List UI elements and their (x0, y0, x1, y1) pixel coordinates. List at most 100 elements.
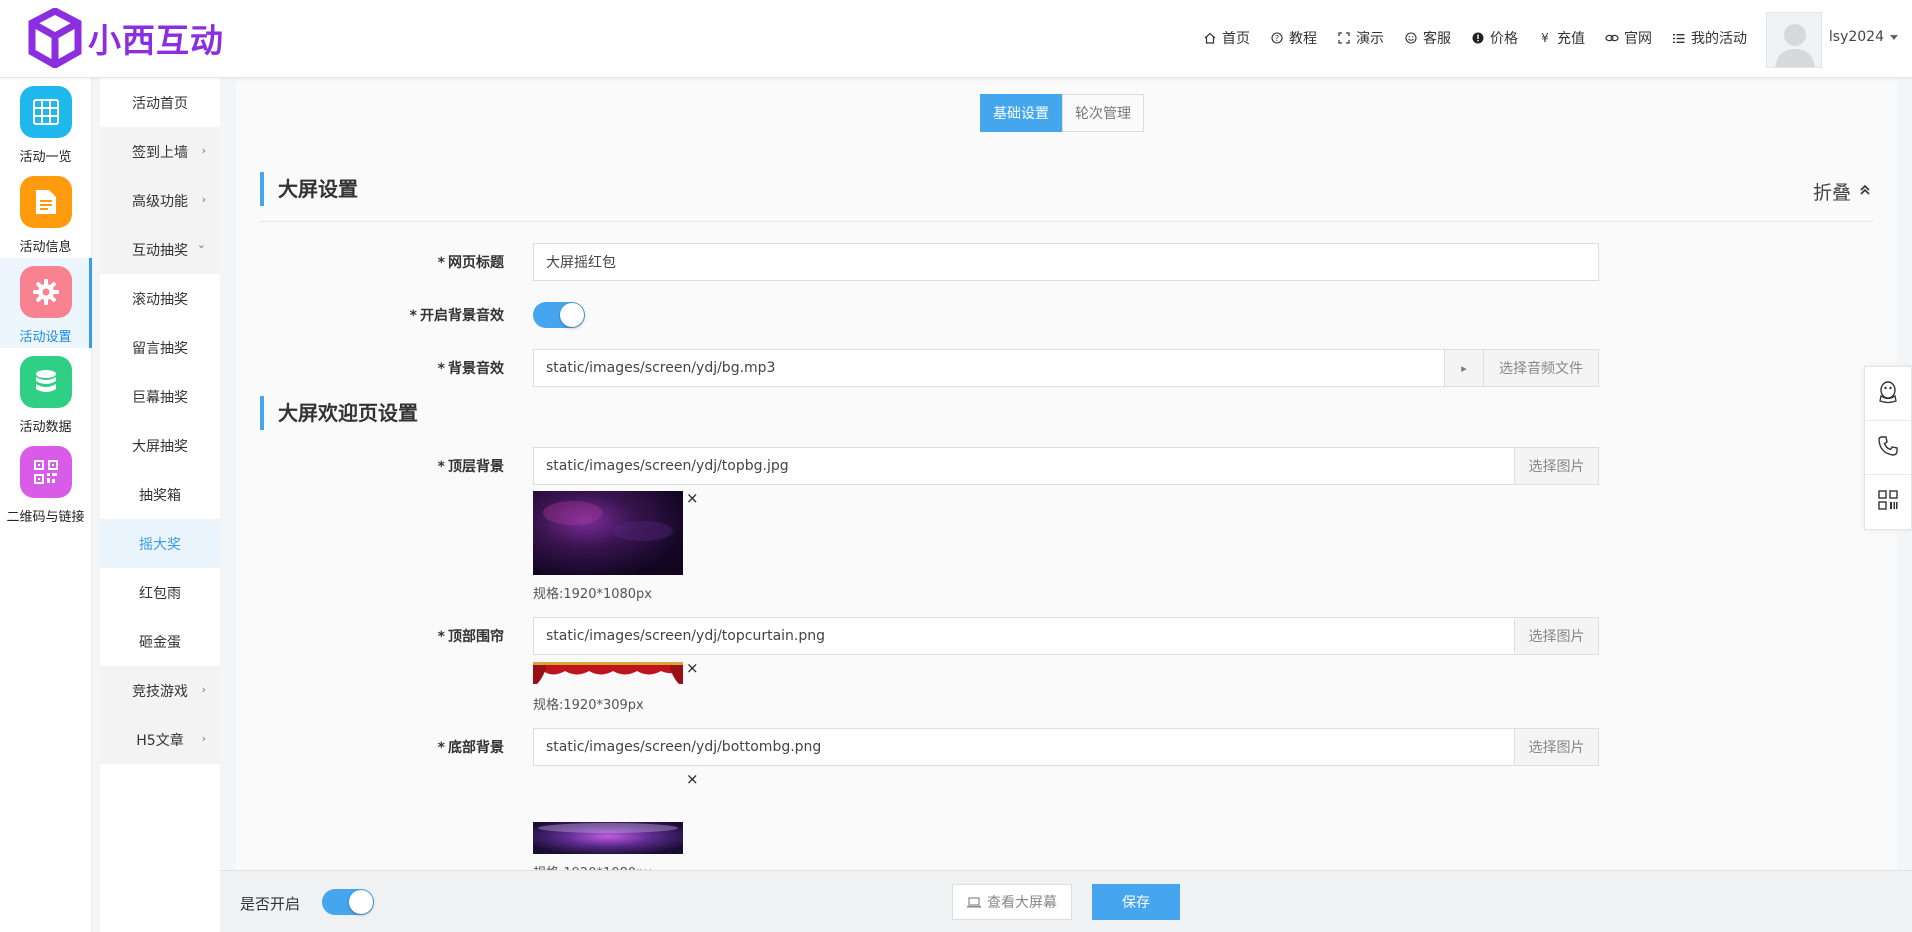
top-bg-preview-image (533, 491, 683, 575)
nav-label: 充值 (1557, 31, 1585, 47)
play-audio-button[interactable]: ▸ (1444, 349, 1484, 387)
menu-item-label: 留言抽奖 (132, 340, 188, 357)
settings-tabs: 基础设置 轮次管理 (980, 94, 1144, 132)
nav-home[interactable]: 首页 (1203, 28, 1250, 48)
enable-toggle[interactable] (322, 889, 374, 915)
avatar[interactable] (1766, 12, 1822, 68)
select-top-curtain-button[interactable]: 选择图片 (1514, 617, 1599, 655)
qq-contact-button[interactable] (1865, 367, 1911, 421)
qq-icon (1877, 380, 1899, 408)
nav-official-site[interactable]: 官网 (1605, 28, 1652, 48)
menu-item-event-home[interactable]: 活动首页 (100, 78, 220, 127)
section-title-screen-settings: 大屏设置 (260, 172, 358, 206)
sidebar-item-event-settings[interactable]: 活动设置 (0, 258, 92, 348)
remove-top-curtain-icon[interactable]: × (686, 661, 699, 676)
menu-item-label: 红包雨 (139, 585, 181, 602)
secondary-menu: 活动首页 签到上墙 › 高级功能 › 互动抽奖 ⌄ 滚动抽奖 留言抽奖 巨幕抽奖 大屏… (100, 78, 220, 932)
nav-label: 官网 (1624, 31, 1652, 47)
bottom-bg-spec: 规格:1920*1080px (533, 862, 652, 870)
bottom-bg-input[interactable]: static/images/screen/ydj/bottombg.png (533, 728, 1515, 766)
required-mark: * (437, 255, 445, 271)
menu-item-smash-egg[interactable]: 砸金蛋 (100, 617, 220, 666)
nav-demo[interactable]: 演示 (1337, 28, 1384, 48)
chevron-right-icon: › (201, 144, 206, 157)
nav-label: 教程 (1289, 31, 1317, 47)
sidebar-item-event-list[interactable]: 活动一览 (0, 78, 91, 168)
sidebar-item-event-info[interactable]: 活动信息 (0, 168, 91, 258)
tab-basic-settings[interactable]: 基础设置 (980, 94, 1062, 132)
remove-top-bg-icon[interactable]: × (686, 491, 699, 506)
menu-item-big-screen-lottery[interactable]: 大屏抽奖 (100, 421, 220, 470)
info-circle-icon (1471, 31, 1485, 45)
logo-text: 小西互动 (88, 21, 224, 60)
grid-icon (19, 86, 72, 138)
menu-item-shake-prize[interactable]: 摇大奖 (100, 519, 220, 568)
user-menu[interactable]: lsy2024 (1829, 29, 1898, 45)
select-audio-button[interactable]: 选择音频文件 (1483, 349, 1599, 387)
menu-item-scroll-lottery[interactable]: 滚动抽奖 (100, 274, 220, 323)
menu-item-advanced[interactable]: 高级功能 › (100, 176, 220, 225)
list-icon (1672, 31, 1686, 45)
enable-label: 是否开启 (240, 895, 301, 913)
database-icon (19, 356, 72, 408)
menu-item-label: 抽奖箱 (139, 487, 181, 504)
qrcode-button[interactable] (1865, 475, 1911, 529)
svg-text:?: ? (1275, 34, 1279, 43)
nav-service[interactable]: 客服 (1404, 28, 1451, 48)
select-top-bg-button[interactable]: 选择图片 (1514, 447, 1599, 485)
menu-item-label: 高级功能 (132, 193, 188, 210)
top-nav: 首页 ? 教程 演示 客服 价格 ¥ 充值 官网 我的活动 (1183, 28, 1747, 48)
collapse-toggle[interactable]: 折叠 (1813, 178, 1871, 205)
menu-item-label: 签到上墙 (132, 144, 188, 161)
bg-sound-toggle-label: * 开启背景音效 (236, 305, 504, 325)
caret-down-icon (1890, 34, 1898, 40)
floating-tools (1864, 366, 1912, 530)
menu-item-label: 互动抽奖 (132, 242, 188, 259)
collapse-label: 折叠 (1812, 182, 1851, 204)
menu-item-giant-screen-lottery[interactable]: 巨幕抽奖 (100, 372, 220, 421)
nav-label: 客服 (1423, 31, 1451, 47)
top-curtain-input[interactable]: static/images/screen/ydj/topcurtain.png (533, 617, 1515, 655)
menu-item-label: 巨幕抽奖 (132, 389, 188, 406)
menu-item-red-packet-rain[interactable]: 红包雨 (100, 568, 220, 617)
section-divider (260, 221, 1874, 222)
menu-item-lottery-box[interactable]: 抽奖箱 (100, 470, 220, 519)
toggle-knob (349, 890, 373, 914)
required-mark: * (437, 459, 445, 475)
top-curtain-label: * 顶部围帘 (236, 626, 504, 646)
top-bg-input[interactable]: static/images/screen/ydj/topbg.jpg (533, 447, 1515, 485)
nav-tutorial[interactable]: ? 教程 (1270, 28, 1317, 48)
view-big-screen-label: 查看大屏幕 (987, 895, 1057, 911)
sidebar-item-label: 活动信息 (19, 240, 72, 255)
play-icon: ▸ (1461, 361, 1467, 375)
nav-my-events[interactable]: 我的活动 (1672, 28, 1747, 48)
bg-sound-toggle[interactable] (533, 302, 585, 328)
view-big-screen-button[interactable]: 查看大屏幕 (952, 884, 1072, 920)
label-text: 底部背景 (448, 740, 504, 756)
label-text: 顶层背景 (448, 459, 504, 475)
select-bottom-bg-button[interactable]: 选择图片 (1514, 728, 1599, 766)
menu-item-competitive-games[interactable]: 竞技游戏 › (100, 666, 220, 715)
sidebar-item-event-data[interactable]: 活动数据 (0, 348, 91, 438)
menu-item-h5-article[interactable]: H5文章 › (100, 715, 220, 764)
sidebar-item-qrcode-links[interactable]: 二维码与链接 (0, 438, 91, 528)
nav-price[interactable]: 价格 (1471, 28, 1518, 48)
bg-sound-input[interactable]: static/images/screen/ydj/bg.mp3 (533, 349, 1445, 387)
save-button[interactable]: 保存 (1092, 884, 1180, 920)
menu-item-label: H5文章 (136, 732, 184, 749)
nav-label: 我的活动 (1691, 31, 1747, 47)
phone-contact-button[interactable] (1865, 421, 1911, 475)
menu-item-checkin-wall[interactable]: 签到上墙 › (100, 127, 220, 176)
username: lsy2024 (1828, 29, 1884, 45)
menu-item-message-lottery[interactable]: 留言抽奖 (100, 323, 220, 372)
page-title-input[interactable]: 大屏摇红包 (533, 243, 1599, 281)
remove-bottom-bg-icon[interactable]: × (686, 772, 699, 787)
chevron-down-icon: ⌄ (196, 238, 206, 251)
tab-round-management[interactable]: 轮次管理 (1062, 94, 1144, 132)
menu-item-label: 摇大奖 (139, 536, 181, 553)
bottom-bg-label: * 底部背景 (236, 737, 504, 757)
menu-item-interactive-lottery[interactable]: 互动抽奖 ⌄ (100, 225, 220, 274)
top-bg-spec: 规格:1920*1080px (533, 587, 652, 602)
logo[interactable]: 小西互动 (28, 8, 224, 68)
nav-recharge[interactable]: ¥ 充值 (1538, 28, 1585, 48)
